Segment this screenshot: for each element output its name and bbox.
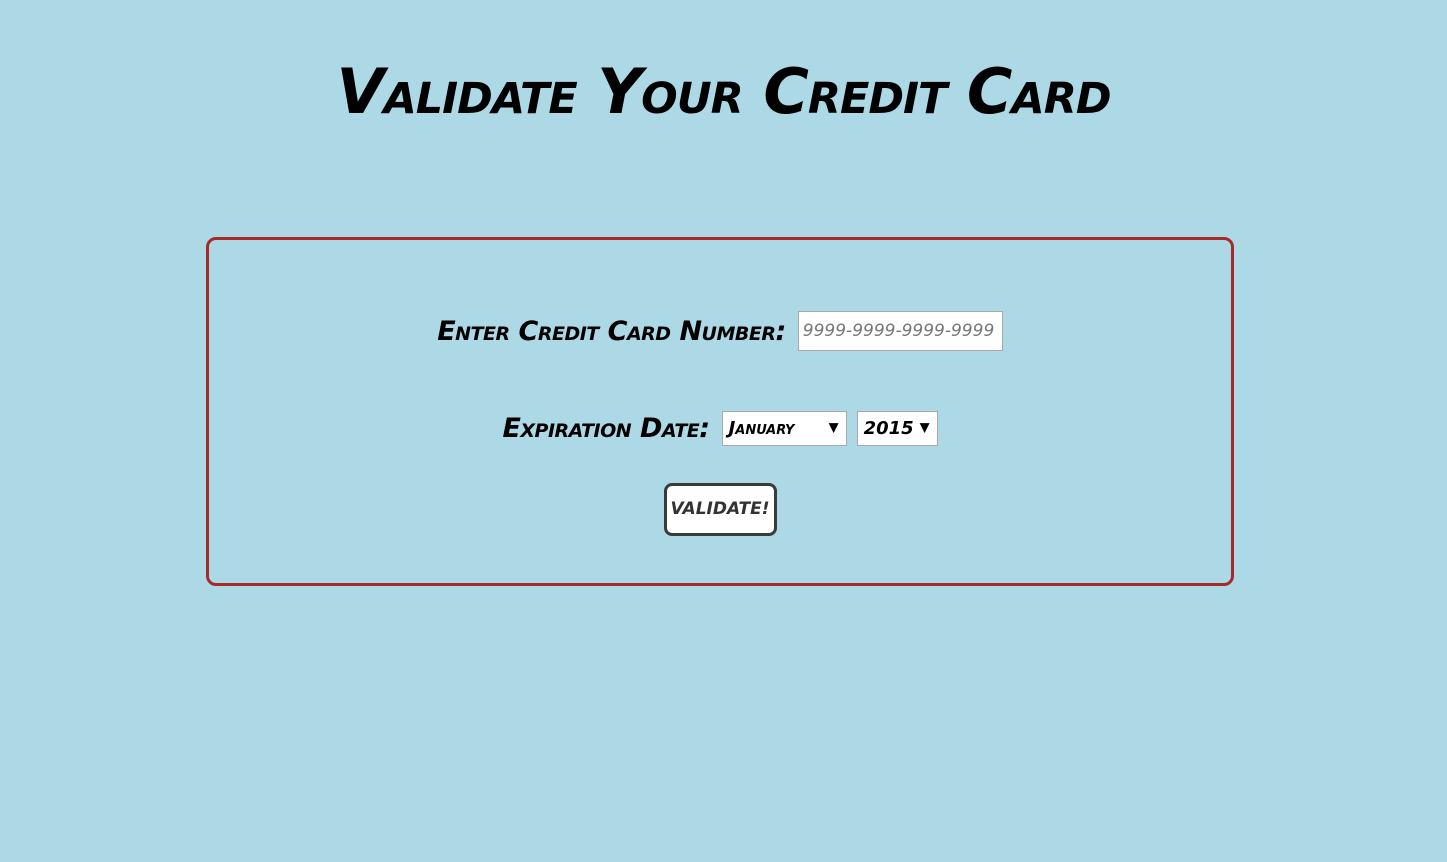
expiration-month-value: January xyxy=(728,417,795,439)
validate-button[interactable]: VALIDATE! xyxy=(663,482,777,536)
card-number-row: Enter Credit Card Number: xyxy=(209,310,1231,352)
card-number-label: Enter Credit Card Number: xyxy=(437,315,786,347)
expiration-year-value: 2015 xyxy=(863,417,914,439)
expiration-year-select[interactable]: 2015 ▼ xyxy=(856,410,938,446)
card-number-input[interactable] xyxy=(797,311,1003,351)
expiration-month-select[interactable]: January ▼ xyxy=(721,410,847,446)
expiration-date-row: Expiration Date: January ▼ 2015 ▼ xyxy=(209,410,1231,446)
submit-row: VALIDATE! xyxy=(209,482,1231,536)
page-title: Validate Your Credit Card xyxy=(336,55,1111,128)
validation-form: Enter Credit Card Number: Expiration Dat… xyxy=(206,237,1234,586)
chevron-down-icon: ▼ xyxy=(919,420,930,436)
chevron-down-icon: ▼ xyxy=(828,420,839,436)
expiration-date-label: Expiration Date: xyxy=(502,412,710,444)
